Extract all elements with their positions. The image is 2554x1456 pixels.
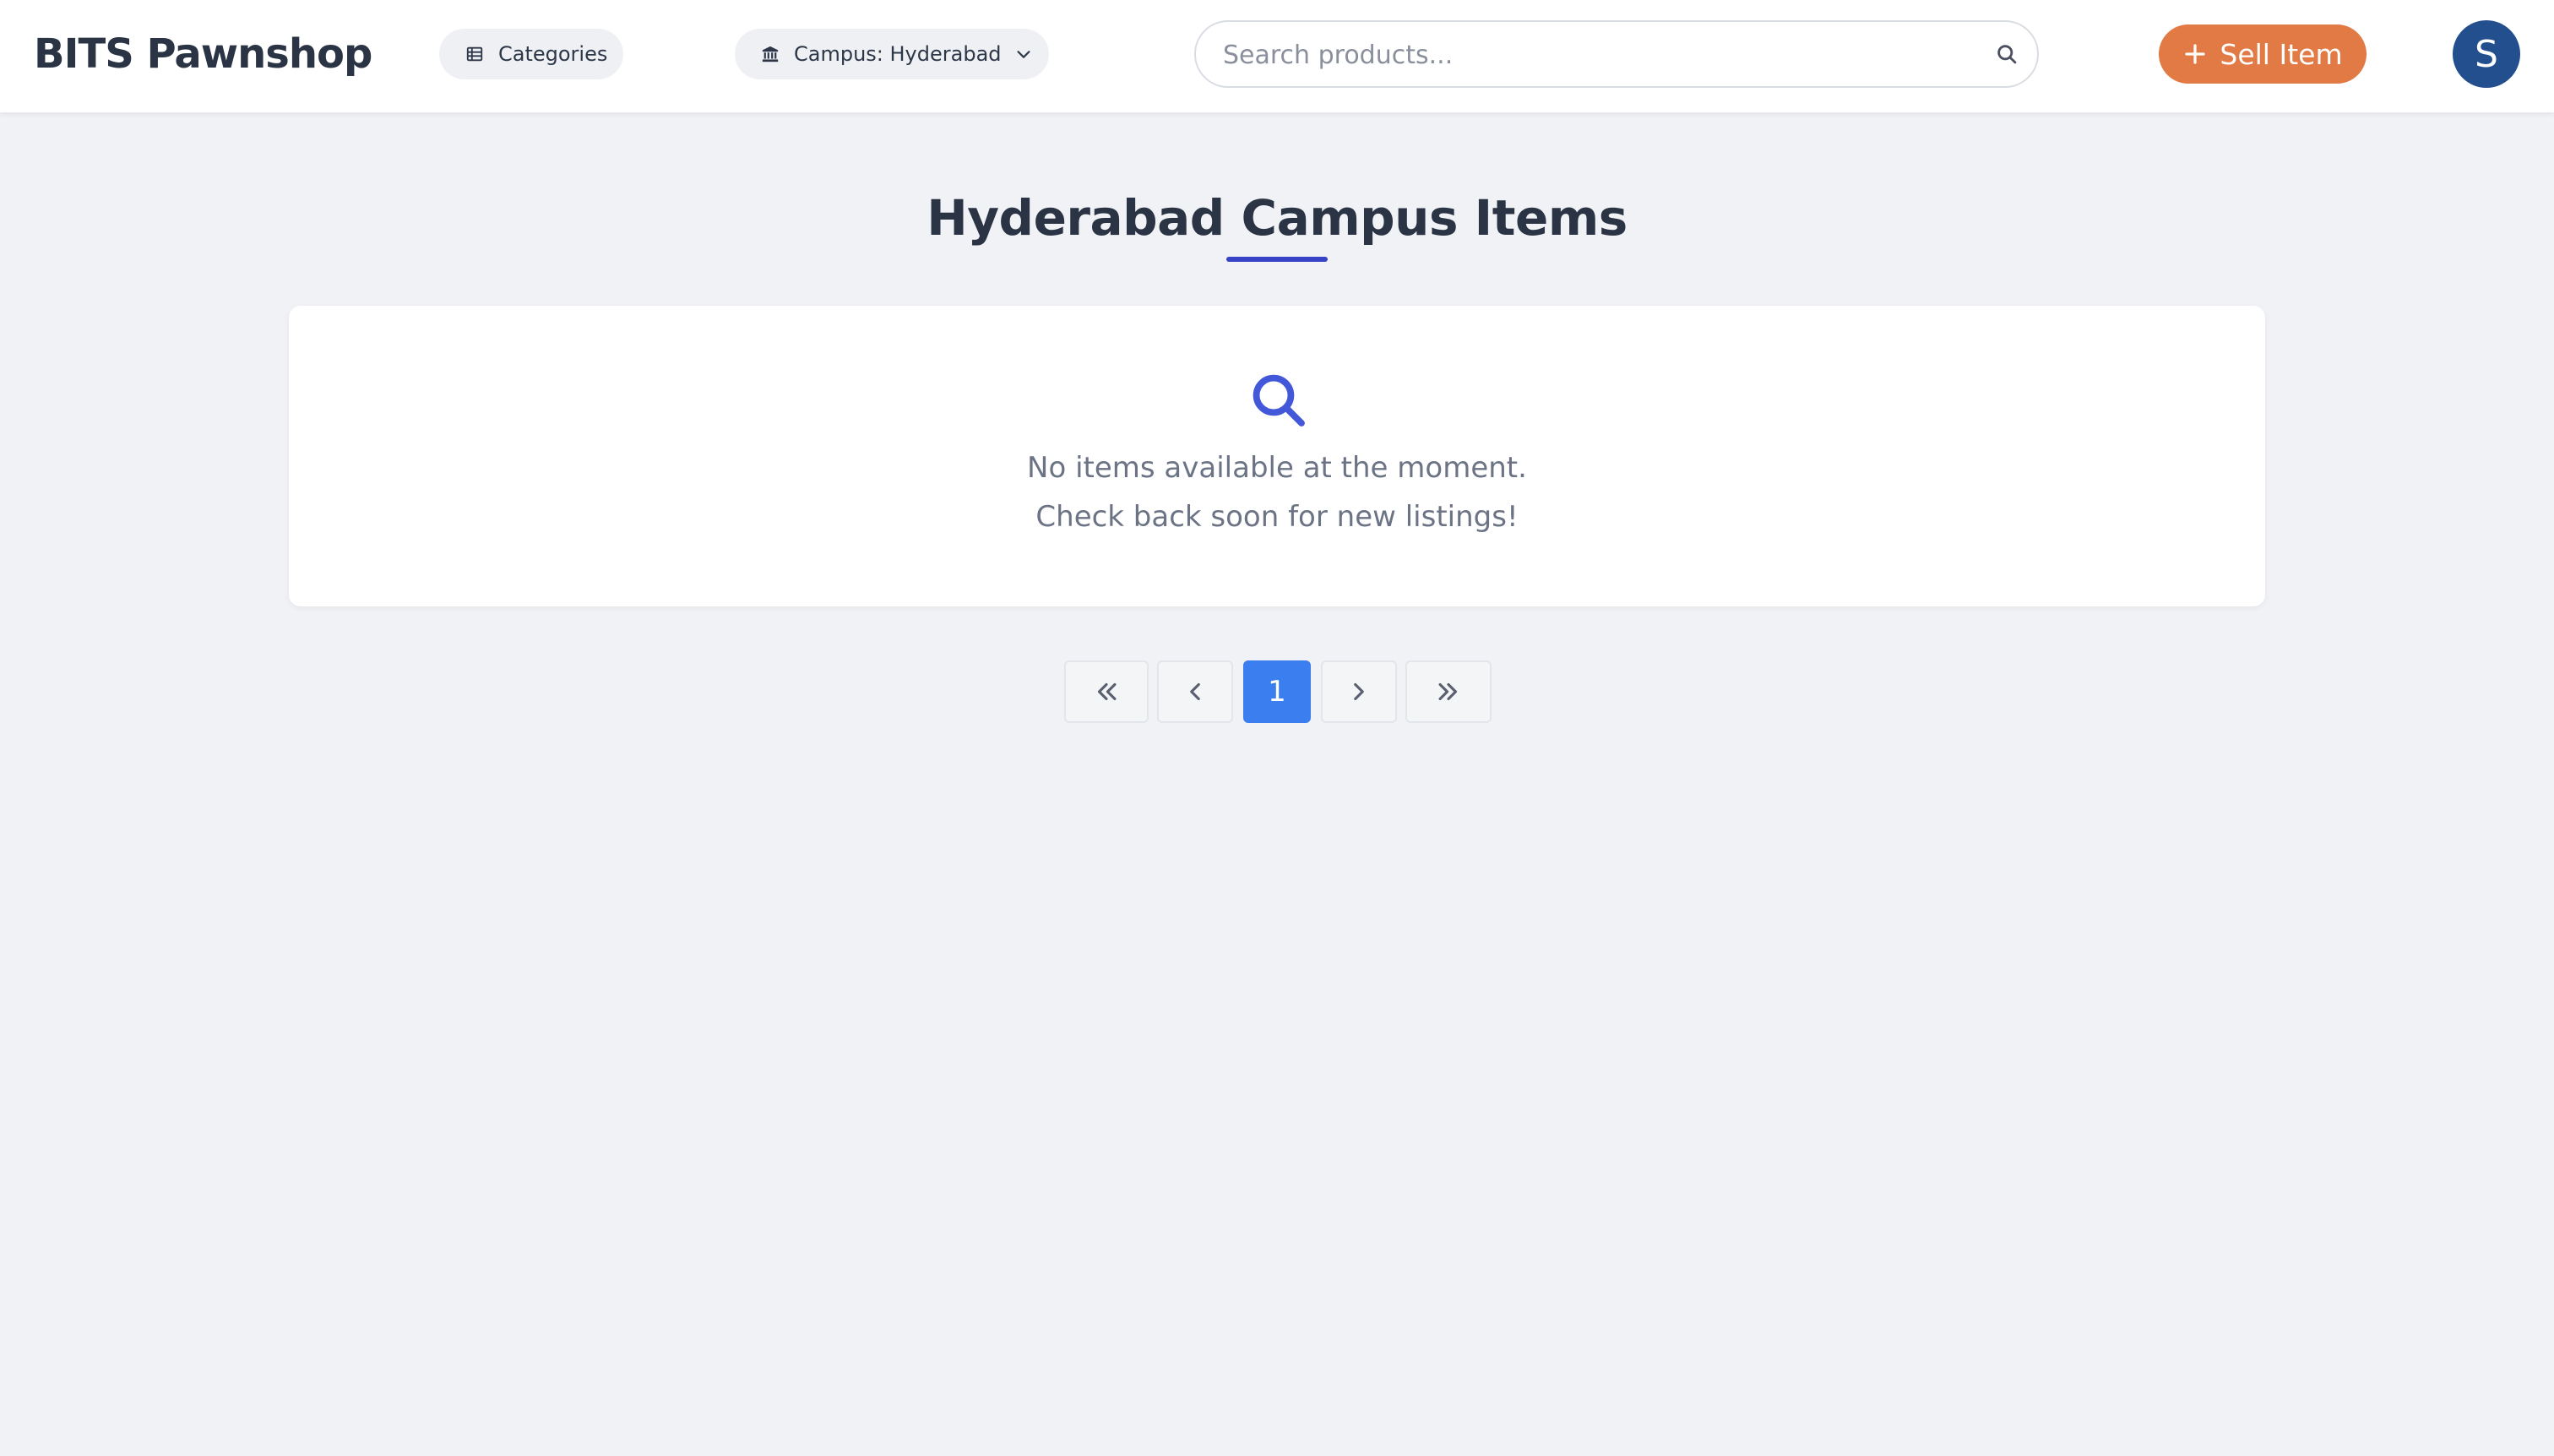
double-chevron-right-icon (1438, 682, 1458, 701)
title-underline (1226, 257, 1328, 262)
next-page-button[interactable] (1321, 660, 1397, 723)
chevron-right-icon (1354, 682, 1364, 701)
search-icon (1248, 370, 1309, 431)
empty-state-card: No items available at the moment. Check … (289, 306, 2265, 606)
top-navbar: BITS Pawnshop Categories Campus: Hyderab… (0, 0, 2554, 113)
sell-item-button[interactable]: Sell Item (2159, 24, 2367, 84)
empty-state-hint: Check back soon for new listings! (1035, 500, 1519, 534)
empty-state-message: No items available at the moment. (1027, 451, 1527, 485)
list-icon (465, 44, 485, 64)
campus-label: Campus: Hyderabad (794, 42, 1002, 66)
page-button-current[interactable]: 1 (1243, 660, 1311, 723)
categories-button[interactable]: Categories (439, 29, 623, 79)
categories-label: Categories (498, 42, 608, 66)
search-input[interactable] (1221, 22, 1968, 88)
chevron-down-icon (1013, 44, 1034, 64)
search-bar (1194, 20, 2039, 88)
last-page-button[interactable] (1405, 660, 1492, 723)
previous-page-button[interactable] (1157, 660, 1233, 723)
user-avatar[interactable]: S (2453, 20, 2520, 88)
search-icon[interactable] (1995, 42, 2019, 66)
sell-item-label: Sell Item (2220, 37, 2343, 71)
chevron-left-icon (1190, 682, 1200, 701)
first-page-button[interactable] (1064, 660, 1149, 723)
brand-logo[interactable]: BITS Pawnshop (34, 29, 372, 79)
plus-icon (2182, 41, 2208, 67)
bank-icon (760, 44, 780, 64)
page-title: Hyderabad Campus Items (927, 189, 1627, 247)
double-chevron-left-icon (1097, 682, 1117, 701)
campus-selector[interactable]: Campus: Hyderabad (735, 29, 1049, 79)
